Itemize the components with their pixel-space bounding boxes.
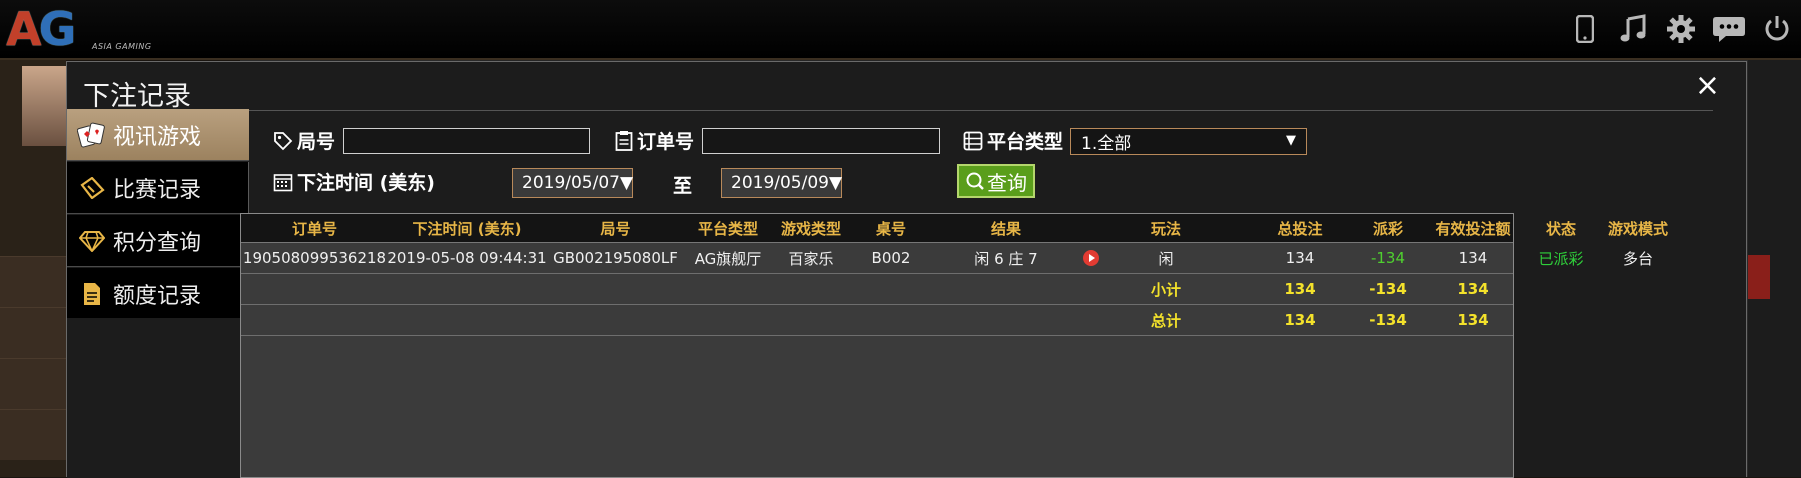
background-right-panel [1748, 60, 1801, 477]
top-bar: AG ASIA GAMING [0, 0, 1801, 60]
bet-records-table: 订单号 下注时间 (美东) 局号 平台类型 游戏类型 桌号 结果 玩法 总投注 … [240, 213, 1668, 478]
valid-bet-cell: 134 [1458, 249, 1488, 267]
chevron-down-icon: ▼ [1286, 133, 1296, 148]
sidebar-item-match-records[interactable]: 比赛记录 [67, 162, 249, 214]
sidebar-item-live-games[interactable]: 视讯游戏 [67, 109, 249, 161]
platform-type-value: 1.全部 [1081, 134, 1132, 154]
power-icon[interactable] [1753, 6, 1801, 52]
table-header: 订单号 下注时间 (美东) 局号 平台类型 游戏类型 桌号 结果 玩法 总投注 … [241, 214, 1668, 243]
platform-type-label: 平台类型 [963, 127, 1063, 154]
query-button[interactable]: 查询 [957, 164, 1035, 198]
top-icon-bar [1561, 6, 1801, 52]
sidebar-item-label: 额度记录 [113, 283, 202, 309]
avatar [22, 66, 66, 146]
header-order-no: 订单号 [291, 219, 337, 238]
header-play: 玩法 [1150, 219, 1181, 238]
round-no-input[interactable] [343, 128, 590, 154]
document-icon [75, 282, 109, 306]
table-row[interactable]: 190508099536218 2019-05-08 09:44:31 GB00… [241, 243, 1653, 274]
music-icon[interactable] [1609, 6, 1657, 52]
game-type-cell: 百家乐 [788, 249, 834, 268]
cards-icon [75, 122, 109, 148]
title-divider [67, 110, 1713, 111]
record-type-sidebar: 视讯游戏 比赛记录 积分查询 额度记录 [67, 109, 249, 321]
background-nav-item [0, 256, 66, 307]
round-no-label-text: 局号 [297, 131, 336, 153]
platform-type-label-text: 平台类型 [987, 131, 1064, 153]
sidebar-item-points-query[interactable]: 积分查询 [67, 215, 249, 267]
background-nav-item [0, 307, 66, 358]
calendar-icon [273, 172, 293, 192]
background-badge [1748, 255, 1770, 299]
total-label: 总计 [1150, 311, 1181, 330]
subtotal-valid-bet: 134 [1457, 280, 1489, 298]
subtotal-label: 小计 [1150, 280, 1181, 299]
server-icon [963, 131, 983, 151]
search-icon [965, 171, 985, 191]
header-status: 状态 [1545, 219, 1576, 238]
round-no-cell: GB002195080LF [553, 249, 678, 267]
header-payout: 派彩 [1372, 219, 1403, 238]
clipboard-icon [615, 130, 633, 151]
total-payout: -134 [1369, 311, 1407, 329]
round-no-label: 局号 [273, 127, 335, 154]
sidebar-item-label: 视讯游戏 [113, 124, 202, 150]
modal-title: 下注记录 [83, 81, 191, 112]
bet-record-modal: 下注记录 × 视讯游戏 比赛记录 积分查询 额度记录 局号 订单号 平台类型 1… [66, 61, 1747, 478]
order-no-cell: 190508099536218 [242, 249, 387, 267]
bet-time-label: 下注时间 (美东) [273, 168, 435, 195]
total-row: 总计 134 -134 134 [241, 305, 1513, 336]
ticket-icon [75, 176, 109, 199]
logo-tagline: ASIA GAMING [92, 42, 152, 51]
order-no-input[interactable] [702, 128, 940, 154]
mobile-icon[interactable] [1561, 6, 1609, 52]
background-nav-item [0, 409, 66, 460]
header-platform: 平台类型 [697, 219, 758, 238]
total-bet-cell: 134 [1285, 249, 1315, 267]
order-no-label-text: 订单号 [637, 131, 695, 153]
subtotal-row: 小计 134 -134 134 [241, 274, 1513, 305]
sidebar-item-label: 积分查询 [113, 230, 202, 256]
header-bet-time: 下注时间 (美东) [412, 219, 522, 238]
subtotal-total-bet: 134 [1284, 280, 1316, 298]
background-lobby-sidebar [0, 60, 66, 477]
date-from-picker[interactable]: 2019/05/07▼ [512, 168, 633, 198]
bet-time-cell: 2019-05-08 09:44:31 [387, 249, 547, 267]
header-total-bet: 总投注 [1277, 219, 1323, 238]
query-button-label: 查询 [987, 170, 1027, 195]
sidebar-item-label: 比赛记录 [113, 177, 202, 203]
play-cell: 闲 [1158, 249, 1174, 268]
result-cell: 闲 6 庄 7 [974, 249, 1038, 268]
status-badge: 已派彩 [1538, 249, 1584, 268]
platform-type-select[interactable]: 1.全部 ▼ [1070, 128, 1307, 155]
chat-icon[interactable] [1705, 6, 1753, 52]
header-valid-bet: 有效投注额 [1435, 219, 1511, 238]
date-range-to-label: 至 [673, 175, 693, 197]
payout-cell: -134 [1370, 249, 1406, 267]
diamond-icon [75, 230, 109, 252]
table-no-cell: B002 [871, 249, 911, 267]
platform-cell: AG旗舰厅 [694, 249, 762, 268]
header-game-type: 游戏类型 [780, 219, 841, 238]
subtotal-payout: -134 [1369, 280, 1407, 298]
header-game-mode: 游戏模式 [1607, 219, 1668, 238]
sidebar-filler [67, 318, 250, 478]
header-result: 结果 [990, 219, 1021, 238]
header-round-no: 局号 [600, 219, 631, 238]
sidebar-item-credit-records[interactable]: 额度记录 [67, 268, 249, 320]
header-table-no: 桌号 [875, 219, 906, 238]
game-mode-cell: 多台 [1622, 249, 1653, 268]
bet-time-label-text: 下注时间 (美东) [297, 172, 435, 194]
close-button[interactable]: × [1695, 68, 1720, 103]
total-valid-bet: 134 [1457, 311, 1489, 329]
date-to-picker[interactable]: 2019/05/09▼ [721, 168, 842, 198]
total-total-bet: 134 [1284, 311, 1316, 329]
background-nav-item [0, 358, 66, 409]
gear-icon[interactable] [1657, 6, 1705, 52]
asia-gaming-logo: AG ASIA GAMING [6, 4, 156, 54]
tag-icon [273, 131, 293, 151]
order-no-label: 订单号 [615, 127, 694, 154]
